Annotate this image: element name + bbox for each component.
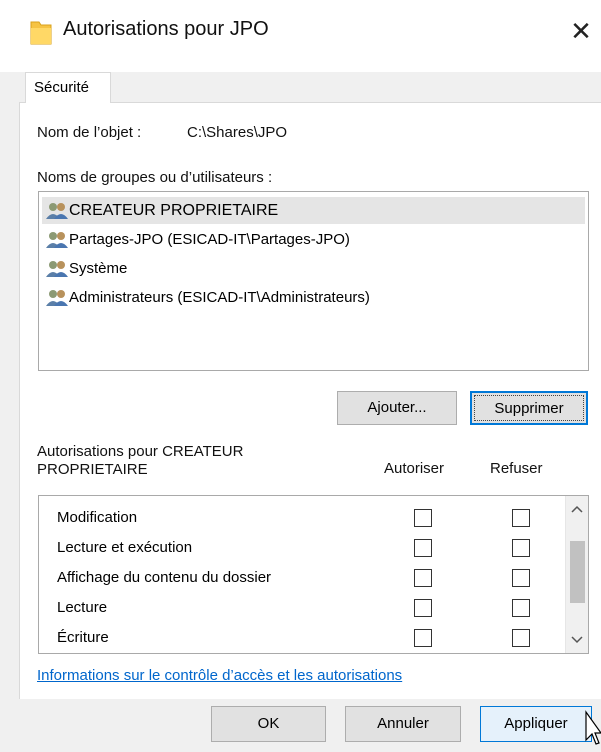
users-icon [46, 290, 68, 306]
title-bar: Autorisations pour JPO ✕ [0, 0, 601, 72]
permission-name: Modification [57, 509, 138, 526]
object-name-label: Nom de l’objet : [37, 124, 142, 141]
allow-checkbox[interactable] [414, 599, 432, 617]
dialog-title: Autorisations pour JPO [63, 18, 269, 40]
list-item[interactable]: Système [42, 255, 585, 282]
chevron-up-icon [571, 505, 583, 513]
deny-checkbox[interactable] [512, 629, 530, 647]
permission-name: Lecture et exécution [57, 539, 193, 556]
deny-column-header: Refuser [490, 460, 543, 477]
permissions-dialog: Autorisations pour JPO ✕ Sécurité Nom de… [0, 0, 601, 752]
permissions-list[interactable]: Modification Lecture et exécution Affich… [38, 495, 589, 654]
deny-checkbox[interactable] [512, 539, 530, 557]
list-item[interactable]: Administrateurs (ESICAD-IT\Administrateu… [42, 284, 585, 311]
groups-listbox[interactable]: CREATEUR PROPRIETAIRE Partages-JPO (ESIC… [38, 191, 589, 371]
close-icon: ✕ [570, 16, 592, 46]
list-item[interactable]: Partages-JPO (ESICAD-IT\Partages-JPO) [42, 226, 585, 253]
chevron-down-icon [571, 636, 583, 644]
add-button[interactable]: Ajouter... [337, 391, 457, 425]
allow-column-header: Autoriser [384, 460, 445, 477]
apply-button[interactable]: Appliquer [480, 706, 592, 742]
group-name: Système [69, 260, 128, 277]
remove-button-label: Supprimer [494, 400, 564, 417]
permission-row: Affichage du contenu du dossier [39, 563, 564, 593]
permission-row: Écriture [39, 623, 564, 653]
allow-checkbox[interactable] [414, 569, 432, 587]
users-icon [46, 203, 68, 219]
mouse-cursor-icon [585, 710, 601, 745]
object-name-value: C:\Shares\JPO [187, 124, 288, 141]
users-icon [46, 232, 68, 248]
permission-row: Lecture [39, 593, 564, 623]
deny-checkbox[interactable] [512, 509, 530, 527]
group-name: Administrateurs (ESICAD-IT\Administrateu… [69, 289, 370, 306]
permission-name: Affichage du contenu du dossier [57, 569, 272, 586]
folder-icon [30, 21, 52, 45]
scroll-up-button[interactable] [566, 498, 588, 520]
users-icon [46, 261, 68, 277]
tab-securite[interactable]: Sécurité [25, 72, 111, 103]
permissions-header-line2: PROPRIETAIRE [37, 461, 148, 478]
permission-row: Modification [39, 503, 564, 533]
close-button[interactable]: ✕ [568, 16, 594, 46]
permissions-header-line1: Autorisations pour CREATEUR [37, 443, 244, 460]
allow-checkbox[interactable] [414, 539, 432, 557]
remove-button[interactable]: Supprimer [470, 391, 588, 425]
cancel-button[interactable]: Annuler [345, 706, 461, 742]
scroll-thumb[interactable] [570, 541, 585, 603]
allow-checkbox[interactable] [414, 509, 432, 527]
ok-button[interactable]: OK [211, 706, 326, 742]
group-name: CREATEUR PROPRIETAIRE [69, 202, 279, 219]
deny-checkbox[interactable] [512, 599, 530, 617]
permission-row: Lecture et exécution [39, 533, 564, 563]
tab-label: Sécurité [34, 79, 90, 96]
list-item[interactable]: CREATEUR PROPRIETAIRE [42, 197, 585, 224]
permission-name: Lecture [57, 599, 108, 616]
groups-label: Noms de groupes ou d’utilisateurs : [37, 169, 273, 186]
vertical-scrollbar[interactable] [565, 496, 588, 653]
deny-checkbox[interactable] [512, 569, 530, 587]
permission-name: Écriture [57, 629, 109, 646]
scroll-down-button[interactable] [566, 629, 588, 651]
group-name: Partages-JPO (ESICAD-IT\Partages-JPO) [69, 231, 350, 248]
access-control-info-link[interactable]: Informations sur le contrôle d’accès et … [37, 667, 402, 684]
allow-checkbox[interactable] [414, 629, 432, 647]
